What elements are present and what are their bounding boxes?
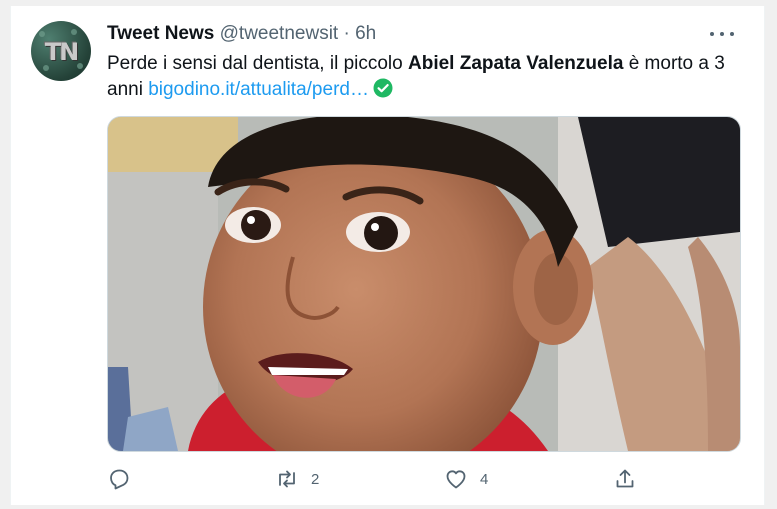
tweet-text-bold-name: Abiel Zapata Valenzuela bbox=[408, 53, 624, 74]
retweet-button[interactable]: 2 bbox=[275, 464, 319, 494]
share-button[interactable] bbox=[613, 464, 637, 494]
like-button[interactable]: 4 bbox=[444, 464, 488, 494]
reply-button[interactable] bbox=[107, 464, 143, 494]
tweet-time[interactable]: 6h bbox=[355, 23, 376, 44]
like-count: 4 bbox=[480, 470, 489, 488]
tweet-text: Perde i sensi dal dentista, il piccolo A… bbox=[107, 51, 747, 103]
avatar-logo-text: TN bbox=[44, 38, 79, 66]
tweet-header: Tweet News @tweetnewsit · 6h bbox=[107, 23, 376, 45]
author-handle[interactable]: @tweetnewsit bbox=[220, 23, 339, 44]
tweet-link[interactable]: bigodino.it/attualita/perd… bbox=[148, 79, 369, 100]
heart-icon bbox=[446, 470, 466, 489]
avatar-texture bbox=[71, 29, 77, 35]
green-check-circle-icon bbox=[373, 78, 393, 98]
reply-icon bbox=[110, 469, 129, 490]
tweet-actions: 2 4 bbox=[107, 464, 739, 494]
avatar[interactable]: TN bbox=[31, 21, 91, 81]
tweet-text-part: Perde i sensi dal dentista, il piccolo bbox=[107, 53, 408, 74]
tweet-media-photo[interactable] bbox=[107, 116, 741, 452]
share-icon bbox=[616, 469, 634, 488]
tweet-card[interactable]: TN Tweet News @tweetnewsit · 6h Perde i … bbox=[10, 6, 765, 505]
author-name[interactable]: Tweet News bbox=[107, 23, 214, 44]
header-separator: · bbox=[343, 23, 350, 44]
photo-of-child bbox=[108, 117, 740, 451]
retweet-icon bbox=[279, 470, 295, 488]
more-options-icon[interactable] bbox=[710, 24, 734, 44]
avatar-texture bbox=[39, 31, 45, 37]
retweet-count: 2 bbox=[311, 470, 320, 488]
